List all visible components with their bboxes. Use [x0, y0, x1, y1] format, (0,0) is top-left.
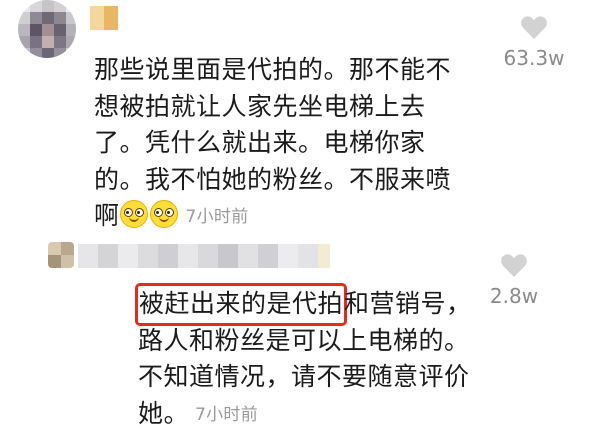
comment-line: 那些说里面是代拍的。那不能不: [94, 52, 494, 89]
comment-last-line: 啊 7小时前: [94, 198, 494, 236]
highlighted-phrase: 被赶出来的是代拍: [138, 286, 344, 323]
avatar[interactable]: [48, 242, 74, 268]
comment-last-line: 她。 7小时前: [138, 396, 508, 433]
like-count: 2.8w: [476, 284, 552, 308]
comment-line: 和营销号，: [344, 289, 472, 318]
username-redacted[interactable]: [90, 6, 118, 30]
username-redacted[interactable]: [78, 244, 338, 268]
comment-2: 被赶出来的是代拍和营销号， 路人和粉丝是可以上电梯的。 不知道情况，请不要随意评…: [0, 232, 602, 429]
comment-line: 想被拍就让人家先坐电梯上去: [94, 89, 494, 126]
smiling-face-icon: [150, 200, 178, 228]
comment-line: 啊: [94, 201, 120, 230]
heart-icon: [520, 14, 548, 40]
comment-line: 她。: [138, 399, 189, 428]
like-count: 63.3w: [496, 46, 572, 70]
comment-line: 的。我不怕她的粉丝。不服来喷: [94, 162, 494, 199]
timestamp: 7小时前: [195, 405, 258, 425]
comment-line: 了。凭什么就出来。电梯你家: [94, 125, 494, 162]
comment-text: 那些说里面是代拍的。那不能不 想被拍就让人家先坐电梯上去 了。凭什么就出来。电梯…: [94, 52, 494, 236]
smiling-face-icon: [120, 200, 148, 228]
like-button[interactable]: 63.3w: [496, 14, 572, 70]
timestamp: 7小时前: [186, 207, 249, 227]
comment-1: 那些说里面是代拍的。那不能不 想被拍就让人家先坐电梯上去 了。凭什么就出来。电梯…: [0, 0, 602, 230]
comment-line: 路人和粉丝是可以上电梯的。: [138, 323, 508, 360]
heart-icon: [500, 252, 528, 278]
comment-first-line: 被赶出来的是代拍和营销号，: [138, 286, 508, 323]
comment-line: 不知道情况，请不要随意评价: [138, 359, 508, 396]
avatar[interactable]: [18, 0, 76, 58]
like-button[interactable]: 2.8w: [476, 252, 552, 308]
comment-text: 被赶出来的是代拍和营销号， 路人和粉丝是可以上电梯的。 不知道情况，请不要随意评…: [138, 286, 508, 433]
